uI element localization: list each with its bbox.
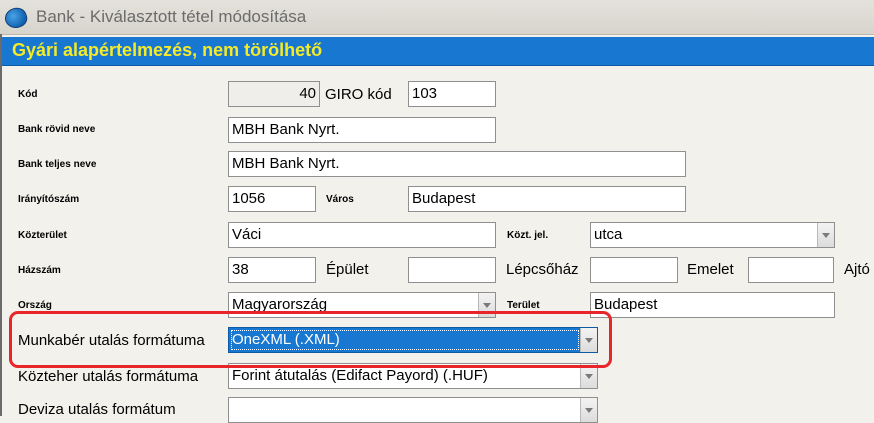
window-left-border — [0, 34, 2, 416]
giro-field[interactable]: 103 — [408, 81, 496, 107]
rovid-label: Bank rövid neve — [18, 124, 96, 135]
kozt-jel-label: Közt. jel. — [507, 230, 549, 241]
irsz-label: Irányítószám — [18, 194, 80, 205]
epulet-label: Épület — [326, 261, 369, 278]
kod-field[interactable]: 40 — [228, 81, 320, 107]
region-field[interactable]: Budapest — [590, 292, 835, 318]
house-number-field[interactable]: 38 — [228, 257, 316, 283]
kozterulet-label: Közterület — [18, 230, 67, 241]
chevron-down-icon — [483, 302, 491, 308]
emelet-label: Emelet — [687, 261, 734, 278]
foreign-currency-format-combo[interactable] — [228, 397, 598, 423]
teljes-label: Bank teljes neve — [18, 159, 97, 170]
kod-label: Kód — [18, 89, 38, 100]
chevron-down-icon — [585, 407, 593, 413]
title-bar: Bank - Kiválasztott tétel módosítása — [0, 0, 874, 35]
varos-label: Város — [326, 194, 354, 205]
app-logo-icon — [2, 4, 30, 32]
city-field[interactable]: Budapest — [408, 186, 686, 212]
street-type-value: utca — [594, 226, 623, 243]
building-field[interactable] — [408, 257, 496, 283]
deviza-label: Deviza utalás formátum — [18, 401, 176, 418]
annotation-highlight — [9, 311, 612, 368]
floor-field[interactable] — [748, 257, 834, 283]
chevron-down-icon — [585, 373, 593, 379]
bank-full-name-field[interactable]: MBH Bank Nyrt. — [228, 151, 686, 177]
lepcsohaz-label: Lépcsőház — [506, 261, 579, 278]
kozteher-label: Közteher utalás formátuma — [18, 368, 199, 385]
street-type-combo[interactable]: utca — [590, 222, 835, 248]
street-field[interactable]: Váci — [228, 222, 496, 248]
chevron-down-icon — [822, 232, 830, 238]
window-title: Bank - Kiválasztott tétel módosítása — [36, 7, 307, 26]
banner-text: Gyári alapértelmezés, nem törölhető — [12, 40, 323, 60]
orszag-label: Ország — [18, 300, 52, 311]
bank-short-name-field[interactable]: MBH Bank Nyrt. — [228, 117, 496, 143]
zip-field[interactable]: 1056 — [228, 186, 316, 212]
street-type-dropdown-button[interactable] — [817, 223, 834, 247]
tax-format-value: Forint átutalás (Edifact Payord) (.HUF) — [232, 367, 488, 384]
default-banner: Gyári alapértelmezés, nem törölhető — [2, 37, 874, 66]
foreign-currency-format-dropdown-button[interactable] — [580, 398, 597, 422]
terulet-label: Terület — [507, 300, 540, 311]
giro-label: GIRO kód — [325, 86, 392, 103]
staircase-field[interactable] — [590, 257, 678, 283]
ajto-label: Ajtó — [844, 261, 870, 278]
hazszam-label: Házszám — [18, 265, 61, 276]
